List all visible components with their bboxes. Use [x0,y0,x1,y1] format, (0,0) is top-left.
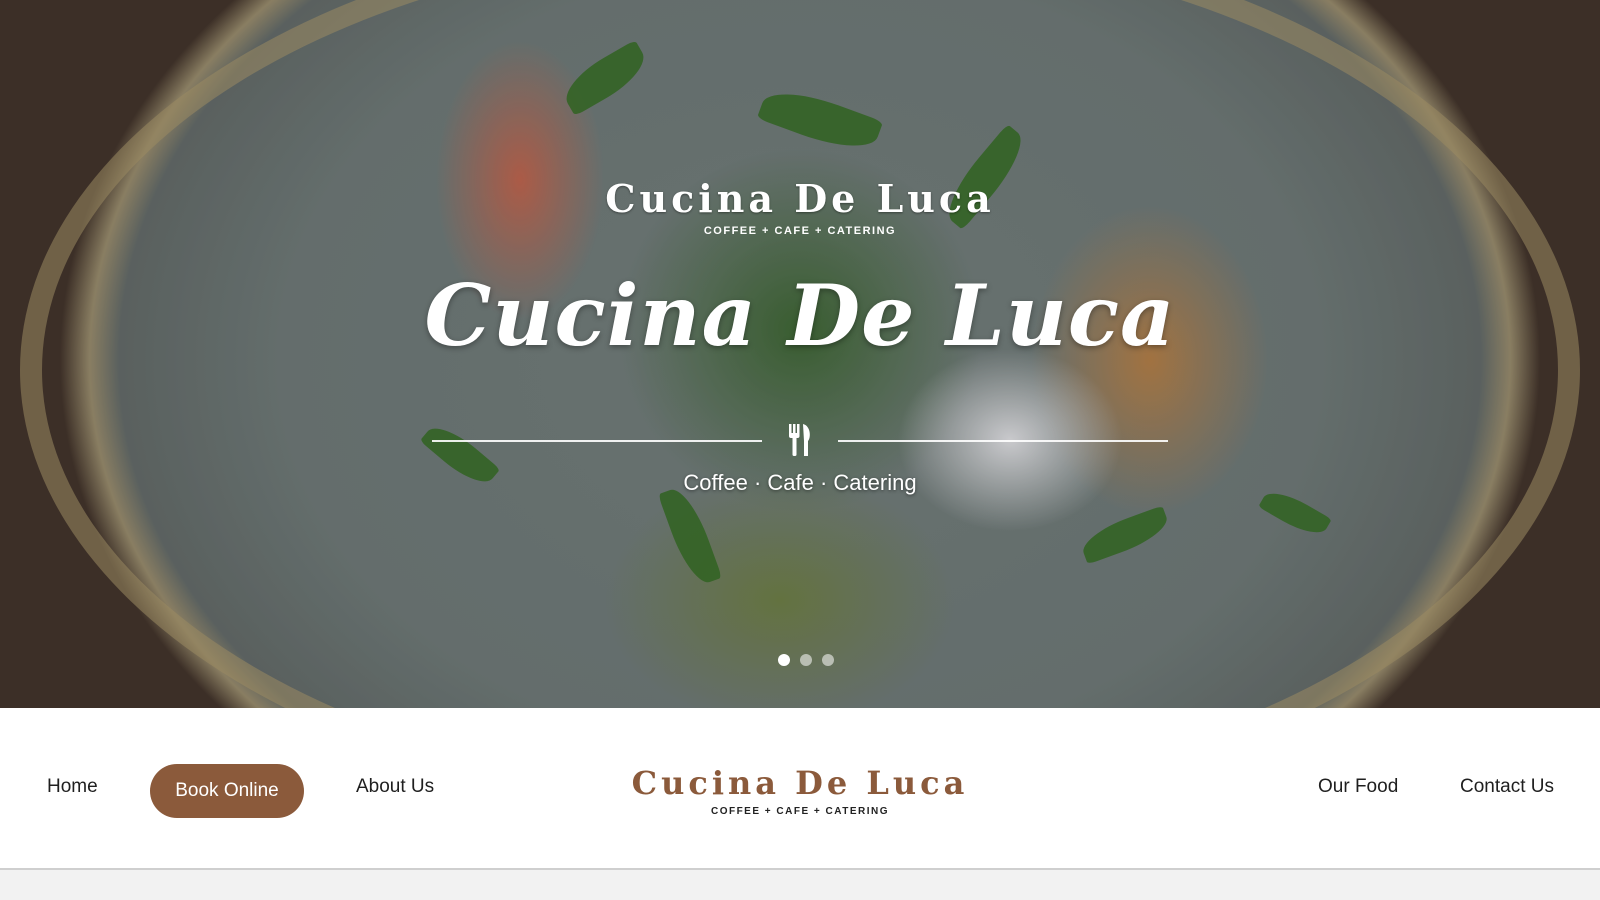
slider-dots [778,654,834,666]
nav-contact-us[interactable]: Contact Us [1460,776,1554,798]
book-online-button[interactable]: Book Online [150,764,304,818]
hero-divider-left [432,440,762,442]
slider-dot-3[interactable] [822,654,834,666]
hero-logo-brand: Cucina De Luca [605,176,995,221]
nav-logo[interactable]: Cucina De Luca COFFEE + CAFE + CATERING [600,764,1000,817]
slider-dot-1[interactable] [778,654,790,666]
nav-home[interactable]: Home [47,776,98,798]
hero-divider-right [838,440,1168,442]
nav-about-us[interactable]: About Us [356,776,434,798]
hero-title: Cucina De Luca [424,266,1176,365]
hero-logo: Cucina De Luca COFFEE + CAFE + CATERING [0,176,1600,237]
main-navbar: Home Book Online About Us Cucina De Luca… [0,708,1600,870]
slider-dot-2[interactable] [800,654,812,666]
nav-logo-tagline: COFFEE + CAFE + CATERING [710,806,890,817]
cutlery-icon [787,424,813,456]
nav-our-food[interactable]: Our Food [1318,776,1398,798]
hero-subtitle: Coffee · Cafe · Catering [683,470,917,495]
nav-logo-brand: Cucina De Luca [631,764,969,802]
hero-slider: Cucina De Luca COFFEE + CAFE + CATERING … [0,0,1600,708]
hero-logo-tagline: COFFEE + CAFE + CATERING [703,225,897,237]
